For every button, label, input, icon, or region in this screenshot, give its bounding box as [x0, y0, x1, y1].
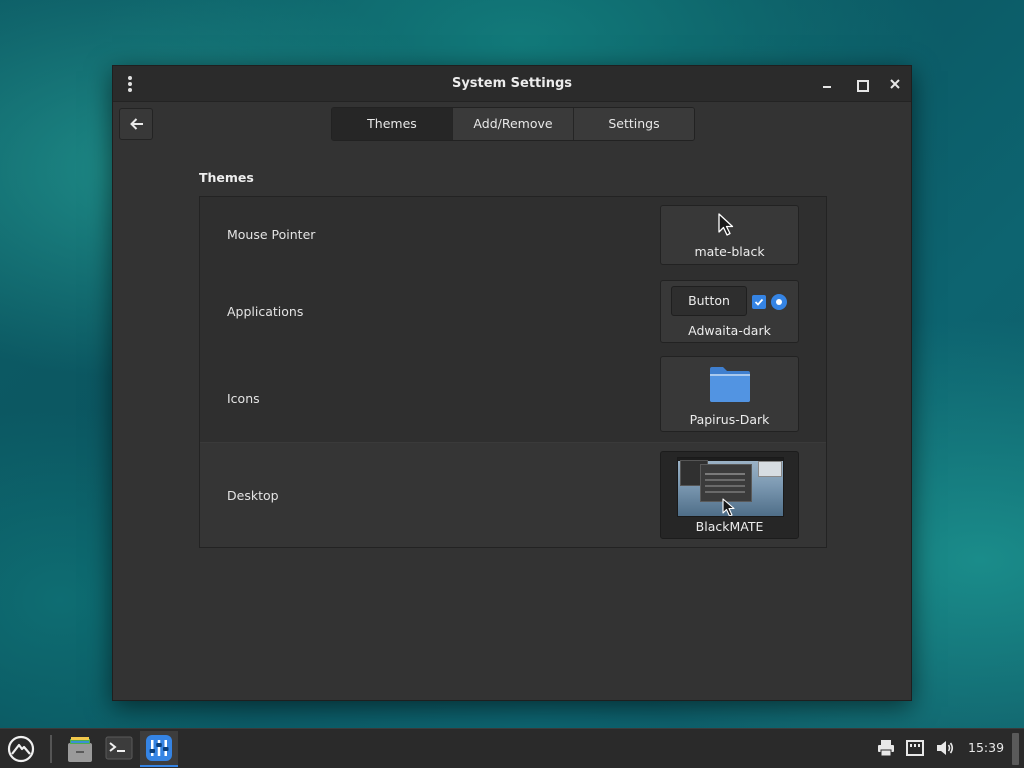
- theme-name: mate-black: [694, 244, 765, 259]
- cursor-arrow-icon: [718, 213, 734, 236]
- taskbar-separator: [50, 735, 52, 763]
- desktop-screenshot-thumbnail: [677, 457, 784, 517]
- back-button[interactable]: [119, 108, 153, 140]
- terminal-launcher[interactable]: [102, 731, 136, 767]
- window-title: System Settings: [451, 76, 573, 91]
- section-title: Themes: [199, 170, 254, 185]
- row-label: Desktop: [227, 488, 279, 503]
- window-menu-icon[interactable]: [125, 75, 135, 93]
- row-label: Applications: [227, 304, 304, 319]
- taskbar: 15:39: [0, 728, 1024, 768]
- network-icon[interactable]: [906, 739, 924, 757]
- arrow-left-icon: [130, 118, 143, 130]
- app-menu-button[interactable]: [4, 731, 38, 767]
- list-row-mouse-pointer: Mouse Pointer mate-black: [200, 197, 826, 273]
- file-manager-launcher[interactable]: [62, 731, 96, 767]
- terminal-icon: [105, 736, 133, 760]
- list-row-applications: Applications Button Adwaita-dark: [200, 273, 826, 351]
- system-settings-taskbar-button[interactable]: [140, 731, 178, 767]
- applications-theme-button[interactable]: Button Adwaita-dark: [660, 280, 799, 343]
- clock[interactable]: 15:39: [968, 740, 1004, 755]
- row-label: Mouse Pointer: [227, 227, 316, 242]
- menu-logo-icon: [7, 735, 35, 763]
- file-manager-icon: [68, 737, 92, 762]
- show-desktop-button[interactable]: [1012, 733, 1019, 765]
- mouse-pointer-theme-button[interactable]: mate-black: [660, 205, 799, 265]
- settings-app-icon: [146, 735, 172, 761]
- row-label: Icons: [227, 391, 260, 406]
- folder-icon: [710, 367, 750, 402]
- mouse-cursor-icon: [722, 498, 735, 516]
- tab-themes[interactable]: Themes: [332, 108, 452, 140]
- desktop-theme-button[interactable]: BlackMATE: [660, 451, 799, 539]
- close-button[interactable]: [885, 74, 905, 94]
- close-icon: [890, 79, 900, 89]
- titlebar[interactable]: System Settings: [113, 66, 911, 102]
- list-row-desktop: Desktop BlackMATE: [200, 443, 826, 547]
- tab-settings[interactable]: Settings: [573, 108, 694, 140]
- maximize-button[interactable]: [851, 74, 871, 94]
- list-row-icons: Icons Papirus-Dark: [200, 351, 826, 443]
- icons-theme-button[interactable]: Papirus-Dark: [660, 356, 799, 432]
- system-settings-window: System Settings Themes Add/Remove Settin…: [112, 65, 912, 701]
- checkbox-checked-icon: [752, 295, 766, 309]
- theme-name: Papirus-Dark: [689, 412, 770, 427]
- theme-name: Adwaita-dark: [688, 323, 771, 338]
- view-switcher: Themes Add/Remove Settings: [331, 107, 695, 141]
- themes-list: Mouse Pointer mate-black Applications Bu…: [199, 196, 827, 548]
- radio-selected-icon: [771, 294, 787, 310]
- tab-add-remove[interactable]: Add/Remove: [452, 108, 573, 140]
- minimize-button[interactable]: [817, 74, 837, 94]
- theme-name: BlackMATE: [695, 519, 764, 534]
- sample-button-preview: Button: [671, 286, 747, 316]
- volume-icon[interactable]: [936, 739, 954, 757]
- printer-icon[interactable]: [877, 739, 895, 757]
